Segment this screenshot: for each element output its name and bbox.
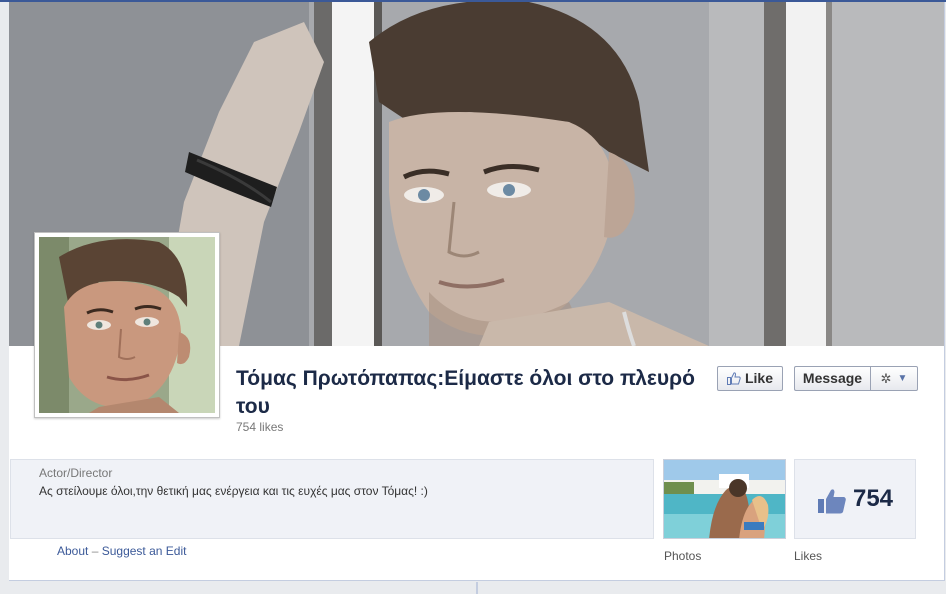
page-title: Τόμας Πρωτόπαπας:Είμαστε όλοι στο πλευρό… [236, 367, 695, 418]
message-button[interactable]: Message [794, 366, 870, 391]
timeline-divider [476, 582, 478, 594]
profile-picture[interactable] [34, 232, 220, 418]
gear-icon: ✲ [880, 371, 892, 386]
like-button-label: Like [744, 370, 773, 386]
about-link[interactable]: About [57, 544, 88, 558]
page-description: Ας στείλουμε όλοι,την θετική μας ενέργει… [39, 484, 428, 498]
thumbs-up-icon [817, 488, 847, 514]
about-box: Actor/Director Ας στείλουμε όλοι,την θετ… [10, 459, 654, 539]
message-button-label: Message [802, 370, 863, 386]
suggest-edit-link[interactable]: Suggest an Edit [102, 544, 187, 558]
thumbs-up-icon [726, 372, 741, 385]
caret-down-icon: ▼ [897, 373, 908, 384]
links-separator: – [91, 544, 99, 558]
likes-app-label[interactable]: Likes [794, 549, 822, 563]
page-category[interactable]: Actor/Director [39, 466, 112, 480]
photos-app-label[interactable]: Photos [664, 549, 701, 563]
photos-app-thumbnail[interactable] [663, 459, 786, 539]
likes-count-text[interactable]: 754 likes [236, 420, 283, 434]
likes-app-count: 754 [852, 485, 894, 512]
like-button[interactable]: Like [717, 366, 783, 391]
settings-dropdown-button[interactable]: ✲ ▼ [870, 366, 918, 391]
about-links: About – Suggest an Edit [57, 544, 186, 558]
likes-app-box[interactable]: 754 [794, 459, 916, 539]
